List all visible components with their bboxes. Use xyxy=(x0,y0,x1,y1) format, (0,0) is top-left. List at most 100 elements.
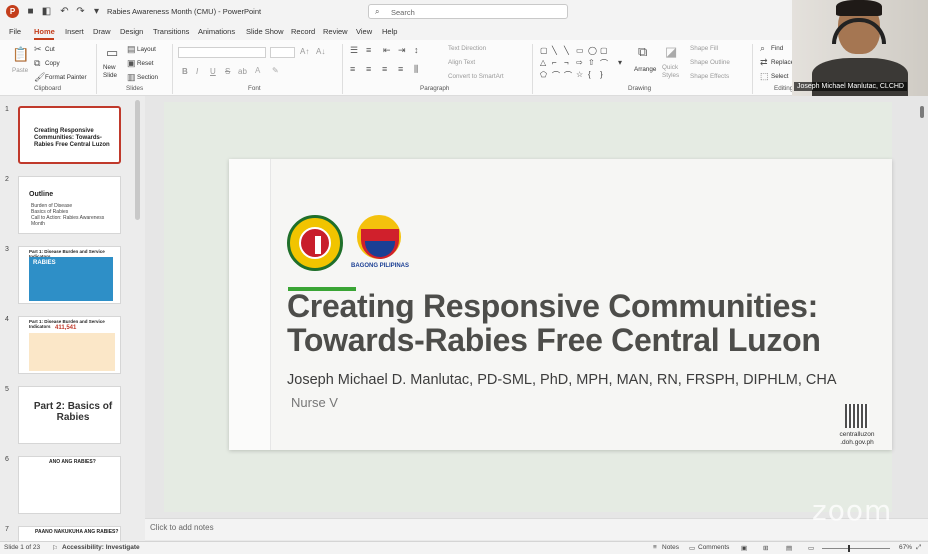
textbox-shape-icon[interactable]: ▢ xyxy=(540,46,548,55)
tab-slide-show[interactable]: Slide Show xyxy=(246,27,284,36)
elbow-connector-icon[interactable]: ¬ xyxy=(564,58,569,67)
line-shape-icon[interactable]: ╲ xyxy=(564,46,569,55)
tab-file[interactable]: File xyxy=(9,27,21,36)
bold-button[interactable]: B xyxy=(182,67,188,76)
line-shape-icon[interactable]: ╲ xyxy=(552,46,557,55)
format-painter-button[interactable]: Format Painter xyxy=(45,74,87,81)
comments-button[interactable]: Comments xyxy=(698,544,729,551)
bullets-icon[interactable]: ☰ xyxy=(350,45,358,56)
tab-animations[interactable]: Animations xyxy=(198,27,235,36)
tab-view[interactable]: View xyxy=(356,27,372,36)
notes-button[interactable]: Notes xyxy=(662,544,679,551)
reading-view-icon[interactable]: ▤ xyxy=(786,544,792,552)
rectangle-shape-icon[interactable]: ▭ xyxy=(576,46,584,55)
copy-button[interactable]: Copy xyxy=(45,60,60,67)
brace-shape-icon[interactable]: } xyxy=(600,70,603,79)
triangle-shape-icon[interactable]: △ xyxy=(540,58,546,67)
slide-thumbnail-5[interactable]: Part 2: Basics of Rabies xyxy=(18,386,121,444)
zoom-level[interactable]: 67% xyxy=(899,544,912,551)
quick-styles-button[interactable]: Quick Styles xyxy=(662,64,682,80)
font-size-select[interactable] xyxy=(270,47,295,58)
tab-record[interactable]: Record xyxy=(291,27,315,36)
zoom-slider-knob[interactable] xyxy=(848,545,850,552)
new-slide-button[interactable]: New Slide xyxy=(103,64,121,80)
font-color-icon[interactable]: A xyxy=(255,66,260,75)
autosave-icon[interactable]: ◧ xyxy=(40,5,53,18)
slide-thumbnail-1[interactable]: Creating Responsive Communities: Towards… xyxy=(18,106,121,164)
select-button[interactable]: Select xyxy=(771,73,789,80)
increase-indent-icon[interactable]: ⇥ xyxy=(398,45,406,56)
oval-shape-icon[interactable]: ◯ xyxy=(588,46,597,55)
justify-icon[interactable]: ≡ xyxy=(398,64,403,74)
customize-toolbar-icon[interactable]: ▾ xyxy=(90,5,103,18)
align-text-button[interactable]: Align Text xyxy=(448,59,475,66)
rounded-rect-shape-icon[interactable]: ▢ xyxy=(600,46,608,55)
arrange-button[interactable]: Arrange xyxy=(634,66,656,73)
slide-author[interactable]: Joseph Michael D. Manlutac, PD-SML, PhD,… xyxy=(287,372,837,388)
section-button[interactable]: Section xyxy=(137,74,158,81)
cut-button[interactable]: Cut xyxy=(45,46,55,53)
tab-review[interactable]: Review xyxy=(323,27,348,36)
align-right-icon[interactable]: ≡ xyxy=(382,64,387,74)
text-direction-button[interactable]: Text Direction xyxy=(448,45,486,52)
brace-shape-icon[interactable]: { xyxy=(588,70,591,79)
elbow-connector-icon[interactable]: ⌐ xyxy=(552,58,557,67)
reset-button[interactable]: Reset xyxy=(137,60,153,67)
slide-thumbnail-6[interactable]: ANO ANG RABIES? xyxy=(18,456,121,514)
highlight-icon[interactable]: ✎ xyxy=(272,66,279,75)
convert-smartart-button[interactable]: Convert to SmartArt xyxy=(448,73,504,80)
zoom-slider[interactable] xyxy=(822,545,890,552)
slide-thumbnail-4[interactable]: Part 1: Disease Burden and Service Indic… xyxy=(18,316,121,374)
paste-button[interactable]: Paste xyxy=(12,67,28,74)
tab-design[interactable]: Design xyxy=(120,27,143,36)
columns-icon[interactable]: ⫼ xyxy=(414,64,418,75)
freeform-shape-icon[interactable]: ⌒ xyxy=(600,58,608,69)
align-left-icon[interactable]: ≡ xyxy=(350,64,355,74)
pentagon-shape-icon[interactable]: ⬠ xyxy=(540,70,547,79)
slide-title[interactable]: Creating Responsive Communities: Towards… xyxy=(287,289,867,357)
shape-fill-button[interactable]: Shape Fill xyxy=(690,45,718,52)
slide-sorter-icon[interactable]: ⊞ xyxy=(763,544,768,552)
italic-button[interactable]: I xyxy=(196,67,198,76)
align-center-icon[interactable]: ≡ xyxy=(366,64,371,74)
layout-button[interactable]: Layout xyxy=(137,46,156,53)
decrease-indent-icon[interactable]: ⇤ xyxy=(383,45,391,56)
slideshow-icon[interactable]: ▭ xyxy=(808,544,814,552)
shape-effects-button[interactable]: Shape Effects xyxy=(690,73,729,80)
shapes-gallery[interactable]: ▢ ╲ ╲ ▭ ◯ ▢ △ ⌐ ¬ ⇨ ⇧ ⌒ ⬠ ⌒ ⌒ ☆ { } ▾ xyxy=(538,44,628,82)
font-name-select[interactable] xyxy=(178,47,266,58)
replace-button[interactable]: Replace xyxy=(771,59,794,66)
shapes-more-icon[interactable]: ▾ xyxy=(618,58,622,67)
numbering-icon[interactable]: ≡ xyxy=(366,45,371,55)
scrollbar-thumb[interactable] xyxy=(920,106,924,118)
editor-scrollbar[interactable] xyxy=(919,100,925,518)
shadow-button[interactable]: ab xyxy=(238,67,247,76)
tab-insert[interactable]: Insert xyxy=(65,27,84,36)
tab-help[interactable]: Help xyxy=(382,27,397,36)
undo-icon[interactable]: ↶ xyxy=(58,5,71,18)
normal-view-icon[interactable]: ▣ xyxy=(741,544,747,552)
find-button[interactable]: Find xyxy=(771,45,783,52)
save-icon[interactable]: ■ xyxy=(24,5,37,18)
right-arrow-shape-icon[interactable]: ⇨ xyxy=(576,58,583,67)
search-input[interactable]: ⌕ Search xyxy=(368,4,568,19)
tab-transitions[interactable]: Transitions xyxy=(153,27,189,36)
shrink-font-icon[interactable]: A↓ xyxy=(316,47,325,56)
slide-thumbnail-7[interactable]: PAANO NAKUKUHA ANG RABIES? xyxy=(18,526,121,542)
slide-thumbnail-3[interactable]: Part 1: Disease Burden and Service Indic… xyxy=(18,246,121,304)
curve-shape-icon[interactable]: ⌒ xyxy=(552,70,560,81)
thumbnail-scrollbar[interactable] xyxy=(135,100,140,220)
slide-role[interactable]: Nurse V xyxy=(291,395,338,410)
notes-pane[interactable]: Click to add notes xyxy=(145,518,928,540)
tab-draw[interactable]: Draw xyxy=(93,27,111,36)
grow-font-icon[interactable]: A↑ xyxy=(300,47,309,56)
fit-to-window-icon[interactable]: ⤢ xyxy=(916,544,921,552)
redo-icon[interactable]: ↷ xyxy=(74,5,87,18)
line-spacing-icon[interactable]: ↕ xyxy=(414,45,419,55)
accessibility-button[interactable]: Accessibility: Investigate xyxy=(62,544,140,551)
curve-shape-icon[interactable]: ⌒ xyxy=(564,70,572,81)
current-slide[interactable]: BAGONG PILIPINAS Creating Responsive Com… xyxy=(229,159,892,450)
paste-icon[interactable]: 📋 xyxy=(12,46,29,63)
star-shape-icon[interactable]: ☆ xyxy=(576,70,583,79)
shape-outline-button[interactable]: Shape Outline xyxy=(690,59,730,66)
